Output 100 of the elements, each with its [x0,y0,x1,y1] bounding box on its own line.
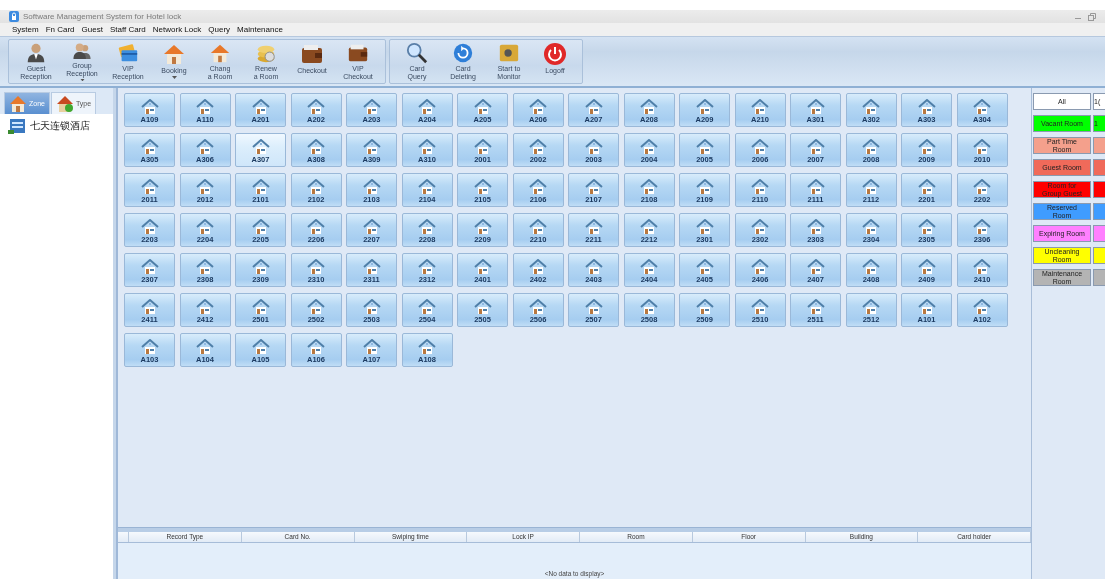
house-icon [973,179,991,195]
house-icon [529,179,547,195]
house-icon [140,339,159,355]
house-icon [529,259,547,275]
house-icon [196,299,214,315]
menu-item[interactable]: Staff Card [109,25,146,34]
house-icon [418,259,436,275]
house-icon [307,99,325,115]
house-icon [695,259,714,275]
house-icon [418,179,436,195]
house-icon [140,259,159,275]
house-icon [196,259,214,275]
house-icon [362,339,381,355]
house-icon [751,99,769,115]
house-icon [973,139,991,155]
house-icon [140,99,159,115]
house-icon [695,139,714,155]
house-icon [529,299,547,315]
house-icon [862,259,880,275]
house-icon [584,259,603,275]
house-icon [751,179,769,195]
house-icon [473,299,492,315]
house-icon [584,99,603,115]
house-icon [806,259,825,275]
house-icon [973,299,991,315]
house-icon [362,139,381,155]
house-icon [140,179,159,195]
house-icon [196,339,214,355]
house-icon [529,219,547,235]
house-icon [806,179,825,195]
house-icon [695,219,714,235]
house-icon [140,139,159,155]
house-icon [529,139,547,155]
house-icon [418,99,436,115]
caret-icon [79,78,85,81]
menu-item[interactable]: System [12,25,39,34]
house-icon [862,219,880,235]
house-icon [251,139,270,155]
house-icon [584,299,603,315]
house-icon [862,179,880,195]
menu-item[interactable]: Maintenance [237,25,283,34]
house-icon [584,219,603,235]
house-icon [973,219,991,235]
power-icon [543,42,567,66]
house-icon [251,179,270,195]
house-icon [418,219,436,235]
house-icon [806,299,825,315]
search-icon [405,42,429,64]
caret-icon [171,76,177,79]
house-icon [917,179,936,195]
tree-item[interactable]: 七天连锁酒店 [8,118,105,134]
house-icon [251,299,270,315]
menu-item[interactable]: Query [208,25,231,34]
house-icon [162,42,186,66]
house-icon [584,179,603,195]
house-icon [251,259,270,275]
house-icon [862,99,880,115]
lock-icon [9,11,19,22]
house-icon [362,99,381,115]
house-icon [307,219,325,235]
menu-item[interactable]: Fn Card [45,25,75,34]
house-icon [251,339,270,355]
house-icon [473,219,492,235]
house-icon [917,139,936,155]
wallet-icon [300,42,324,66]
house-icon [55,94,74,113]
house-icon [917,99,936,115]
menu-item[interactable]: Network Lock [152,25,202,34]
house-icon [695,299,714,315]
house-icon [140,299,159,315]
house-icon [640,139,658,155]
cards-icon [116,42,140,64]
window-title: Software Management System for Hotel lock [23,12,182,21]
house-icon [362,259,381,275]
house-icon [307,299,325,315]
house-icon [640,179,658,195]
house-icon [751,259,769,275]
restore-icon [1088,12,1096,21]
house-icon [751,139,769,155]
house-icon [473,139,492,155]
house-icon [584,139,603,155]
house-icon [473,179,492,195]
house-icon [307,339,325,355]
house-icon [362,219,381,235]
house-icon [473,99,492,115]
house-icon [196,179,214,195]
building-icon [8,118,26,134]
house-icon [473,259,492,275]
house-icon [196,139,214,155]
menu-item[interactable]: Guest [81,25,103,34]
house-icon [9,94,27,113]
house-icon [196,219,214,235]
house-icon [307,139,325,155]
house-icon [806,139,825,155]
house-icon [307,179,325,195]
house-icon [362,299,381,315]
house-icon [640,99,658,115]
house-icon [640,259,658,275]
house-icon [973,259,991,275]
house-icon [806,99,825,115]
